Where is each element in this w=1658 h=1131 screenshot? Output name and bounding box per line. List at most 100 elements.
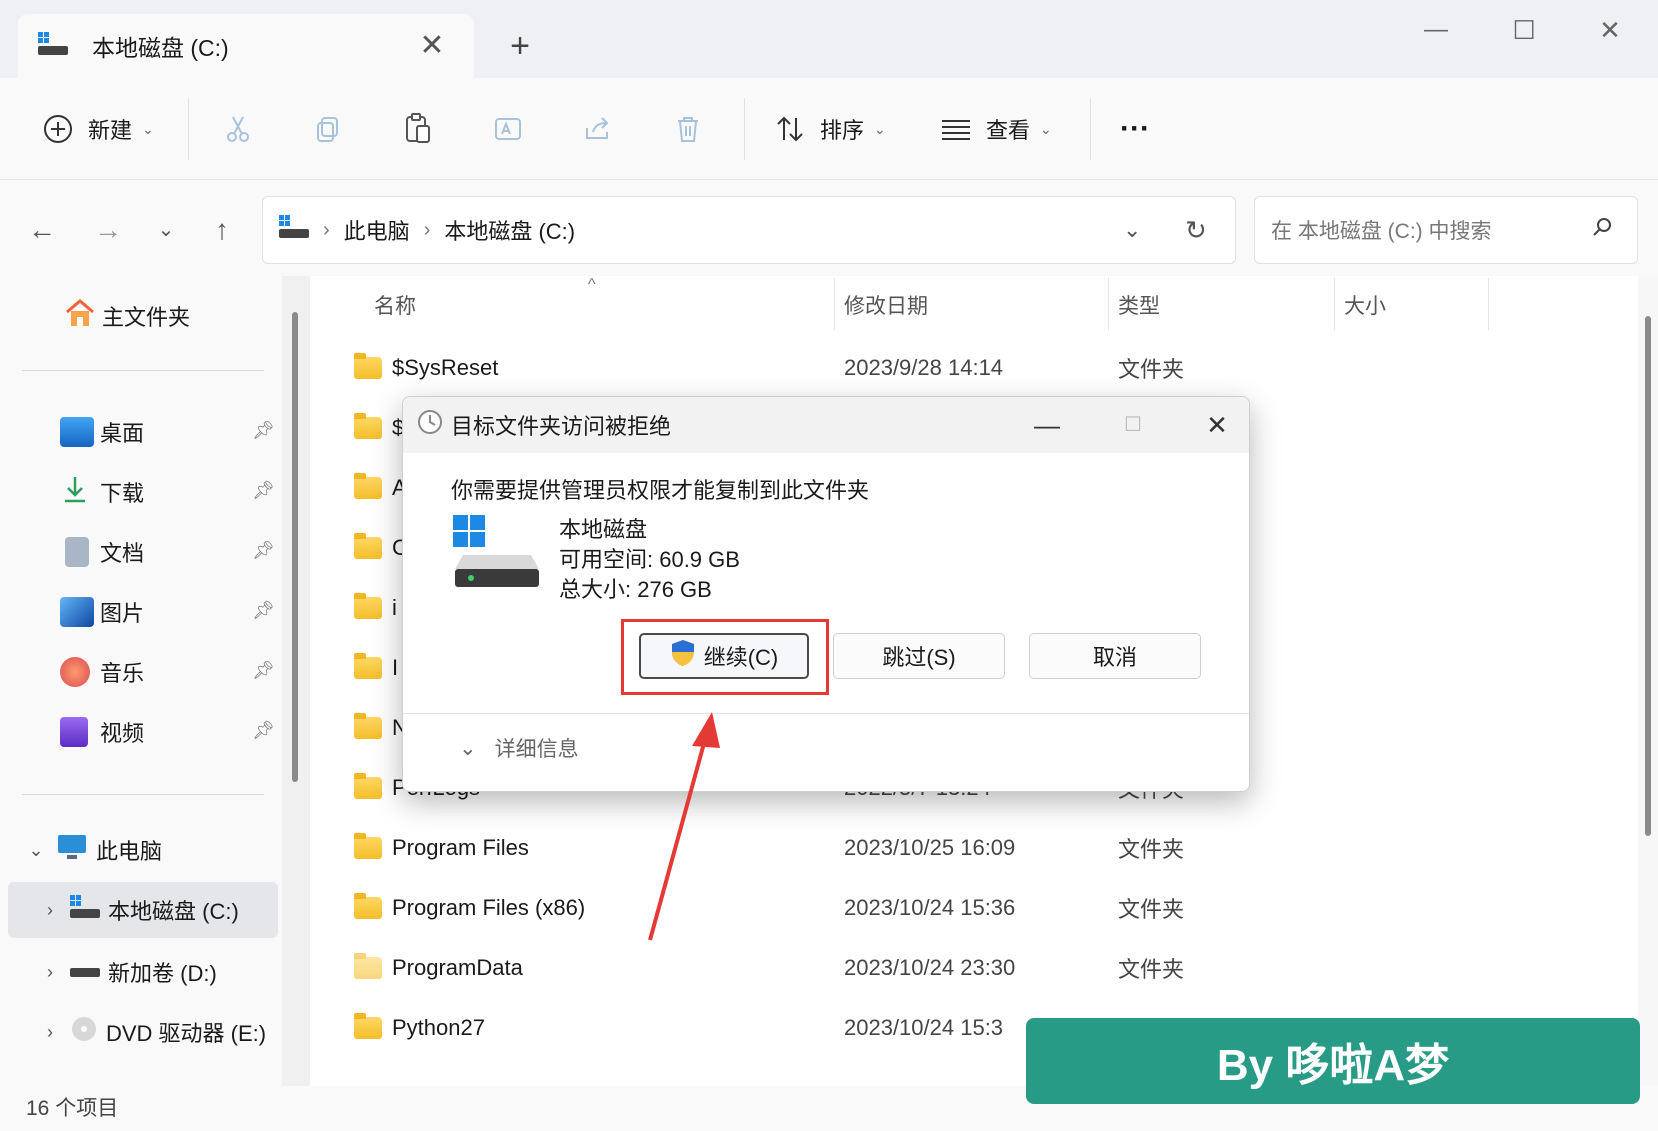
new-tab-button[interactable]: + [500,26,540,66]
scrollbar-thumb[interactable] [1645,316,1651,836]
more-options-button[interactable]: ··· [1120,108,1150,150]
file-name: Program Files [392,835,529,860]
pictures-icon [60,597,94,627]
folder-icon [354,413,382,439]
breadcrumb-this-pc[interactable]: 此电脑 [344,214,410,246]
share-icon [578,109,618,149]
divider [744,98,745,160]
command-bar: 新建 ⌄ 排序 ⌄ 查看 ⌄ ··· [0,78,1658,180]
sidebar-item-label: DVD 驱动器 (E:) [106,1021,267,1046]
pin-icon[interactable]: 📌︎ [252,480,275,501]
sidebar-item-drive-c[interactable]: › 本地磁盘 (C:) [8,882,278,938]
forward-arrow-icon[interactable]: → [88,210,128,250]
share-button[interactable] [578,108,618,150]
sidebar-item-pictures[interactable]: 图片 [60,590,144,634]
music-icon [60,657,90,687]
table-row[interactable]: $SysReset 2023/9/28 14:14 文件夹 [310,338,1610,398]
sort-label: 排序 [820,118,865,143]
dialog-close-button[interactable]: ✕ [1189,405,1245,445]
file-date: 2023/10/25 16:09 [844,835,1016,860]
table-row[interactable]: Program Files 2023/10/25 16:09 文件夹 [310,818,1610,878]
minimize-button[interactable]: — [1406,10,1466,50]
sidebar-item-label: 此电脑 [96,839,163,864]
clipboard-icon [398,109,438,149]
refresh-icon[interactable]: ↻ [1185,215,1207,246]
tab-title: 本地磁盘 (C:) [92,35,229,61]
file-name: I [392,655,399,680]
delete-button[interactable] [668,108,708,150]
column-separator[interactable] [834,278,835,330]
scissors-icon [218,109,258,149]
tab-close-icon[interactable]: ✕ [412,26,452,66]
file-name: $SysReset [392,355,499,380]
sidebar-item-label: 桌面 [100,421,145,446]
search-input[interactable]: 在 本地磁盘 (C:) 中搜索 [1271,215,1492,245]
search-box[interactable]: 在 本地磁盘 (C:) 中搜索 [1254,196,1638,264]
divider [22,794,264,795]
breadcrumb-local-disk[interactable]: 本地磁盘 (C:) [444,214,575,246]
pin-icon[interactable]: 📌︎ [252,420,275,441]
sidebar-scrollbar[interactable] [282,276,310,1086]
pin-icon[interactable]: 📌︎ [252,660,275,681]
scrollbar-thumb[interactable] [292,312,298,782]
file-date: 2023/10/24 15:36 [844,895,1016,920]
address-dropdown-icon[interactable]: ⌄ [1123,217,1141,243]
copy-button[interactable] [308,108,348,150]
home-icon [64,298,96,334]
chevron-down-icon: ⌄ [142,120,154,137]
sidebar-item-videos[interactable]: 视频 [60,710,144,754]
address-bar[interactable]: › 此电脑 › 本地磁盘 (C:) ⌄ ↻ [262,196,1236,264]
pin-icon[interactable]: 📌︎ [252,600,275,621]
cut-button[interactable] [218,108,258,150]
column-header-name[interactable]: 名称 [374,290,416,320]
sidebar-item-downloads[interactable]: 下载 [60,470,144,514]
file-list-scrollbar[interactable] [1638,276,1658,1086]
close-window-button[interactable]: ✕ [1580,10,1640,50]
pin-icon[interactable]: 📌︎ [252,540,275,561]
free-space: 可用空间: 60.9 GB [559,547,740,572]
column-header-type[interactable]: 类型 [1118,290,1160,320]
drive-icon [279,215,309,245]
rename-button[interactable] [488,108,528,150]
sidebar-item-label: 主文件夹 [102,305,191,330]
cancel-button[interactable]: 取消 [1029,633,1201,679]
chevron-right-icon: › [47,961,53,982]
view-button[interactable]: 查看 ⌄ [936,108,1052,150]
column-separator[interactable] [1108,278,1109,330]
desktop-icon [60,417,94,447]
sort-up-icon: ^ [588,276,596,293]
tab-local-disk-c[interactable]: 本地磁盘 (C:) ✕ [18,14,474,78]
sidebar-item-drive-d[interactable]: › 新加卷 (D:) [0,944,280,1000]
new-button[interactable]: 新建 ⌄ [38,108,154,150]
back-arrow-icon[interactable]: ← [22,210,62,250]
sidebar-item-music[interactable]: 音乐 [60,650,144,694]
column-header-size[interactable]: 大小 [1344,290,1386,320]
sidebar-item-home[interactable]: 主文件夹 [64,294,190,338]
dialog-minimize-button[interactable]: — [1019,405,1075,445]
sidebar-item-desktop[interactable]: 桌面 [60,410,144,454]
folder-icon [354,593,382,619]
pin-icon[interactable]: 📌︎ [252,720,275,741]
recent-locations-chevron-icon[interactable]: ⌄ [146,210,186,250]
details-toggle[interactable]: ⌄ 详细信息 [459,733,579,763]
monitor-icon [56,833,88,867]
column-separator[interactable] [1488,278,1489,330]
table-row[interactable]: Program Files (x86) 2023/10/24 15:36 文件夹 [310,878,1610,938]
item-count: 16 个项目 [26,1097,119,1120]
hard-drive-icon [453,515,541,594]
dialog-message: 你需要提供管理员权限才能复制到此文件夹 [451,478,870,503]
column-header-modified[interactable]: 修改日期 [844,290,928,320]
maximize-button[interactable]: ☐ [1494,10,1554,50]
table-row[interactable]: ProgramData 2023/10/24 23:30 文件夹 [310,938,1610,998]
continue-button[interactable]: 继续(C) [639,633,809,679]
sidebar-item-drive-e[interactable]: › DVD 驱动器 (E:) [0,1004,280,1060]
sidebar-item-documents[interactable]: 文档 [60,530,144,574]
sidebar-item-this-pc[interactable]: ⌄ 此电脑 [0,822,280,878]
paste-button[interactable] [398,108,438,150]
sort-button[interactable]: 排序 ⌄ [770,108,886,150]
folder-icon [354,353,382,379]
navigation-row: ← → ⌄ ↑ › 此电脑 › 本地磁盘 (C:) ⌄ ↻ 在 本地磁盘 (C:… [0,180,1658,276]
skip-button[interactable]: 跳过(S) [833,633,1005,679]
up-arrow-icon[interactable]: ↑ [202,210,242,250]
column-separator[interactable] [1334,278,1335,330]
